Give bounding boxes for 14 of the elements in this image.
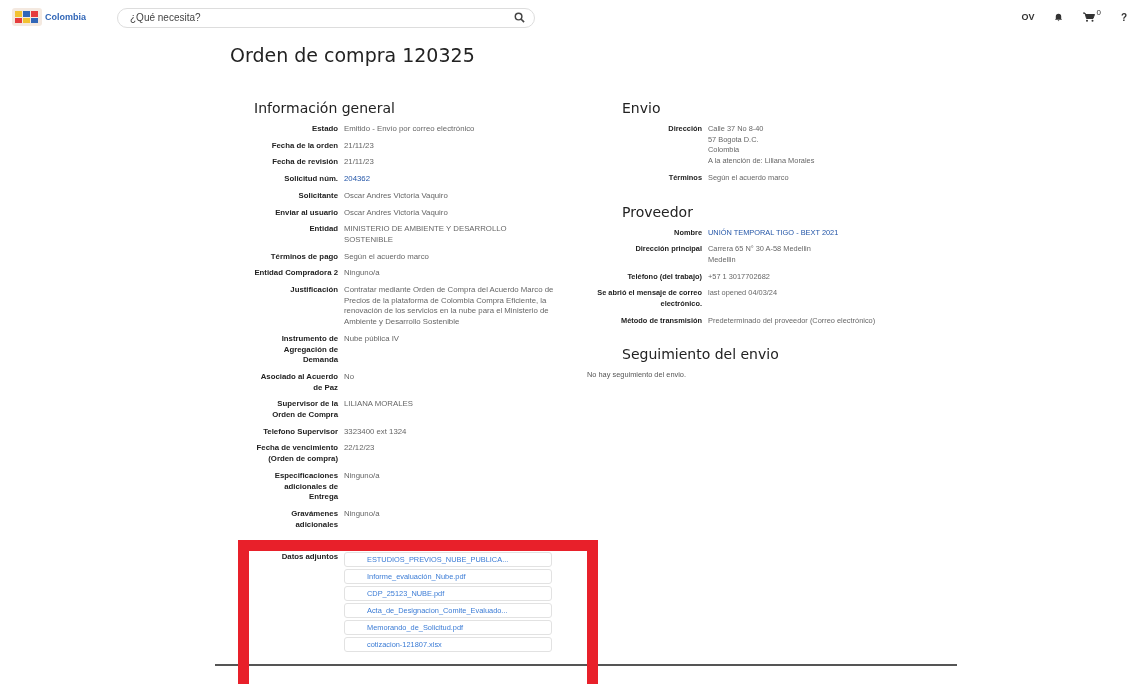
section-heading: Información general bbox=[254, 100, 396, 116]
user-initials[interactable]: OV bbox=[1021, 12, 1035, 22]
logo-icon[interactable] bbox=[12, 8, 42, 26]
search-icon[interactable] bbox=[514, 12, 525, 23]
search-field[interactable]: ¿Qué necesita? bbox=[117, 7, 535, 28]
section-heading: Proveedor bbox=[622, 203, 694, 220]
cart-count: 0 bbox=[1096, 8, 1101, 17]
page-title: Orden de compra 120325 bbox=[230, 44, 476, 66]
cart-icon[interactable] bbox=[1083, 12, 1096, 22]
bell-icon[interactable] bbox=[1054, 12, 1064, 22]
logo-text[interactable]: Colombia bbox=[45, 12, 86, 22]
section-heading: Envio bbox=[622, 100, 662, 116]
help-button[interactable]: ? bbox=[1120, 11, 1127, 23]
section-heading: Seguimiento del envio bbox=[622, 346, 780, 363]
